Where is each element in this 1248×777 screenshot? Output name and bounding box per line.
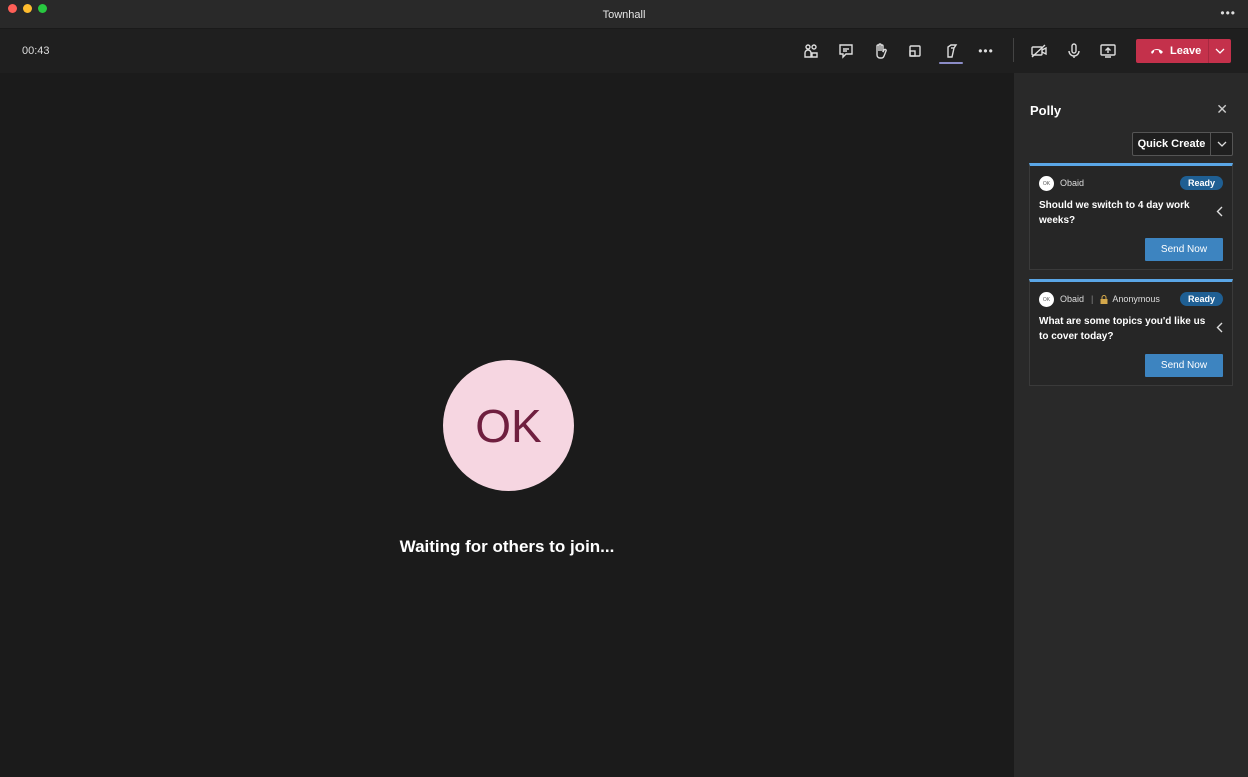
author-name: Obaid [1060, 178, 1085, 188]
leave-label: Leave [1170, 45, 1202, 57]
poll-card: OK Obaid Ready Should we switch to 4 day… [1029, 163, 1233, 270]
share-screen-icon [1100, 44, 1116, 58]
people-button[interactable] [799, 39, 823, 63]
microphone-icon [1068, 43, 1080, 58]
chat-button[interactable] [834, 39, 858, 63]
chevron-down-icon [1215, 48, 1225, 54]
apps-button[interactable] [939, 39, 963, 63]
chevron-down-icon [1217, 141, 1226, 147]
camera-off-icon [1031, 44, 1047, 58]
apps-icon [947, 44, 958, 58]
lock-icon [1100, 294, 1108, 304]
send-now-button[interactable]: Send Now [1145, 354, 1223, 377]
meeting-toolbar: 00:43 ••• Leave [0, 29, 1248, 73]
expand-poll-button[interactable] [1216, 206, 1223, 220]
send-now-button[interactable]: Send Now [1145, 238, 1223, 261]
leave-button-group: Leave [1136, 39, 1231, 63]
window-titlebar: Townhall ••• [0, 0, 1248, 29]
author-name: Obaid [1060, 294, 1085, 304]
more-actions-button[interactable]: ••• [974, 39, 998, 63]
share-tray-button[interactable] [903, 39, 927, 63]
microphone-toggle-button[interactable] [1062, 39, 1086, 63]
share-tray-icon [909, 45, 921, 57]
waiting-status-text: Waiting for others to join... [399, 537, 615, 556]
status-badge: Ready [1180, 176, 1223, 190]
window-title: Townhall [602, 9, 646, 21]
poll-question: Should we switch to 4 day work weeks? [1039, 200, 1190, 226]
quick-create-split-button: Quick Create [1132, 132, 1233, 156]
status-badge: Ready [1180, 292, 1223, 306]
active-tab-indicator [939, 62, 963, 64]
poll-meta: Obaid [1060, 178, 1084, 188]
quick-create-button[interactable]: Quick Create [1133, 133, 1211, 155]
author-avatar: OK [1039, 176, 1054, 191]
raise-hand-icon [876, 43, 887, 59]
camera-toggle-button[interactable] [1027, 39, 1051, 63]
share-screen-button[interactable] [1096, 39, 1120, 63]
window-more-button[interactable]: ••• [1220, 6, 1236, 20]
people-icon [804, 44, 818, 58]
panel-title: Polly [1030, 103, 1062, 118]
poll-meta: Obaid | Anonymous [1060, 294, 1160, 304]
poll-card: OK Obaid | Anonymous Ready What are some… [1029, 279, 1233, 386]
quick-create-dropdown[interactable] [1211, 133, 1232, 155]
chevron-left-icon [1216, 322, 1223, 333]
expand-poll-button[interactable] [1216, 322, 1223, 336]
meta-separator: | [1091, 294, 1094, 304]
author-avatar: OK [1039, 292, 1054, 307]
polly-side-panel: Polly ✕ Quick Create OK Obaid Ready Shou… [1014, 73, 1248, 777]
raise-hand-button[interactable] [868, 39, 892, 63]
meeting-timer: 00:43 [22, 45, 50, 57]
meeting-stage: OK Waiting for others to join... [0, 73, 1014, 777]
chevron-left-icon [1216, 206, 1223, 217]
participant-avatar: OK [443, 360, 574, 491]
leave-button[interactable]: Leave [1136, 45, 1208, 57]
hang-up-icon [1151, 49, 1163, 54]
close-panel-button[interactable]: ✕ [1216, 101, 1228, 118]
poll-question: What are some topics you'd like us to co… [1039, 316, 1206, 342]
chat-icon [839, 44, 853, 59]
leave-options-dropdown[interactable] [1209, 48, 1231, 54]
toolbar-divider [1013, 38, 1014, 62]
anonymous-label: Anonymous [1112, 294, 1160, 304]
